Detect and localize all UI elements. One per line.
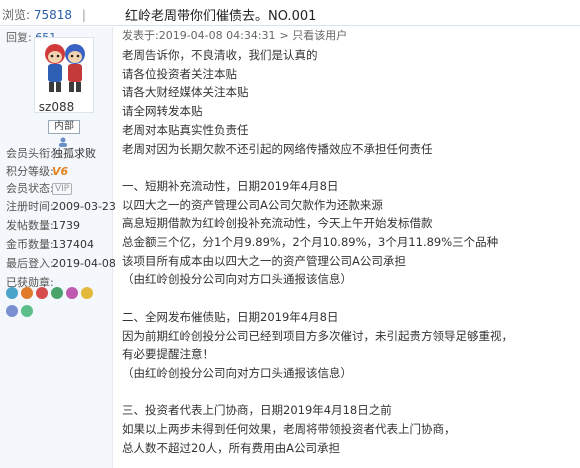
medal-icon[interactable] [6,305,18,317]
post-count-label: 发帖数量: [6,219,54,232]
post-line: 二、全网发布催债贴，日期2019年4月8日 [122,309,339,324]
post-line: 老周对本贴真实性负责任 [122,122,249,137]
post-body: 老周告诉你，不良清收，我们是认真的 请各位投资者关注本贴 请各大财经媒体关注本贴 请全… [122,46,578,457]
medal-list [6,287,106,323]
medal-icon[interactable] [6,287,18,299]
separator: | [81,8,86,22]
post-line: 有必要提醒注意！ [122,347,214,362]
post-line: 一、短期补充流动性，日期2019年4月8日 [122,178,339,193]
medal-icon[interactable] [51,287,63,299]
coin-count-label: 金币数量: [6,238,54,251]
post-line: 请各大财经媒体关注本贴 [122,85,249,100]
level-value: V6 [52,165,69,178]
post-line: 老周对因为长期欠款不还引起的网络传播效应不承担任何责任 [122,141,433,156]
post-line: 老周告诉你，不良清收，我们是认真的 [122,48,318,62]
coin-count: 金币数量:137404 [6,236,110,252]
member-title: 会员头衔:独孤求败 [6,145,110,161]
medal-icon[interactable] [21,287,33,299]
posted-label: 发表于: [122,29,159,42]
post-line: （由红岭创投分公司向对方口头通报该信息） [122,272,352,287]
username[interactable]: sz088 [0,100,113,114]
post-line: 高息短期借款为红岭创投补充流动性，今天上午开始发标借款 [122,216,433,231]
post-count: 发帖数量:1739 [6,217,110,233]
post-line: 总金额三个亿，分1个月9.89%，2个月10.89%，3个月11.89%三个品种 [122,235,499,250]
replies-label: 回复: [6,31,32,44]
level-label: 积分等级: [6,165,54,178]
member-status: 会员状态:VIP [6,180,110,196]
last-login-value: 2019-04-08 [52,257,116,270]
posted-time: 2019-04-08 04:34:31 [158,29,276,42]
vip-badge: VIP [52,183,73,195]
medal-icon[interactable] [81,287,93,299]
medal-icon[interactable] [21,305,33,317]
views-count: 75818 [33,8,73,22]
level: 积分等级:V6 [6,163,110,179]
register-date-label: 注册时间: [6,200,54,213]
post-line: 如果以上两步未得到任何效果，老周将带领投资者代表上门协商， [122,422,456,437]
post-meta: 发表于:2019-04-08 04:34:31 > 只看该用户 [122,28,578,44]
post-line: 以四大之一的资产管理公司A公司欠款作为还款来源 [122,197,383,212]
rank-badge: 内部 [48,120,80,134]
thread-header: 浏览: 75818 | 红岭老周带你们催债去。NO.001 [0,0,580,26]
only-author-link[interactable]: > 只看该用户 [280,29,348,42]
post-content: 发表于:2019-04-08 04:34:31 > 只看该用户 老周告诉你，不良清… [122,28,578,457]
register-date-value: 2009-03-23 [52,200,116,213]
post-count-value: 1739 [52,219,80,232]
post-line: 三、投资者代表上门协商，日期2019年4月18日之前 [122,403,392,418]
last-login: 最后登入:2019-04-08 [6,255,116,271]
last-login-label: 最后登入: [6,257,54,270]
medal-icon[interactable] [66,287,78,299]
post-line: 总人数不超过20人，所有费用由A公司承担 [122,440,340,455]
views-label: 浏览: [2,8,31,22]
thread-title: 红岭老周带你们催债去。NO.001 [125,9,317,24]
member-status-label: 会员状态: [6,182,54,195]
post-line: 因为前期红岭创投分公司已经到项目方多次催讨，未引起贵方领导足够重视， [122,328,513,343]
post-line: （由红岭创投分公司向对方口头通报该信息） [122,365,352,380]
post-line: 请各位投资者关注本贴 [122,66,237,81]
register-date: 注册时间:2009-03-23 [6,198,116,214]
view-count: 浏览: 75818 | [2,6,86,23]
avatar-image [45,44,85,92]
member-title-value: 独孤求败 [52,147,96,160]
medal-icon[interactable] [36,287,48,299]
coin-count-value: 137404 [52,238,94,251]
member-title-label: 会员头衔: [6,147,54,160]
author-sidebar: 回复: 651 sz088 内部 会员头衔:独孤求败 [0,27,116,468]
post-line: 请全网转发本贴 [122,104,203,119]
post-line: 该项目所有成本由以四大之一的资产管理公司A公司承担 [122,253,406,268]
